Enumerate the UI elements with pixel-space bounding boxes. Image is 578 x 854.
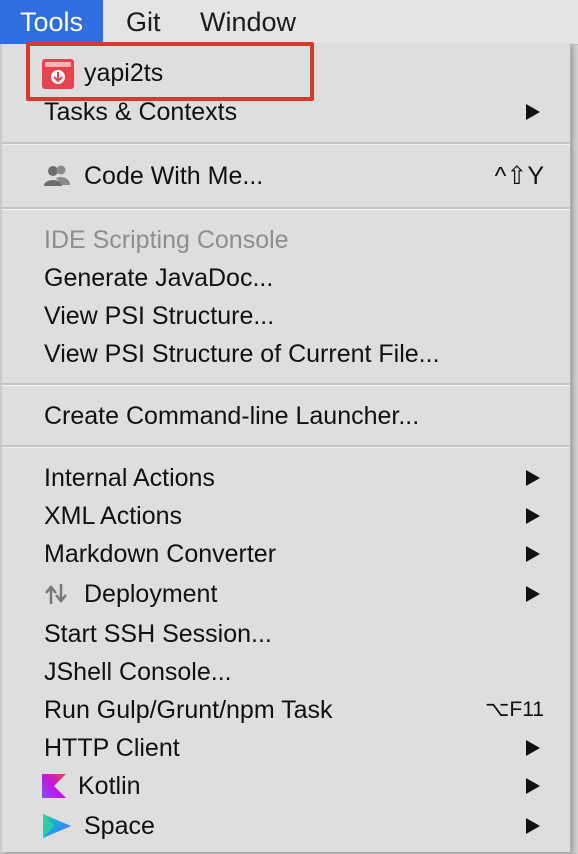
menu-item-label: IDE Scripting Console [44, 226, 289, 254]
menu-separator [2, 383, 570, 386]
menu-item-code-with-me[interactable]: Code With Me... ^⇧Y [2, 157, 570, 195]
submenu-arrow-icon [526, 740, 540, 756]
menu-item-label: HTTP Client [44, 734, 180, 762]
menu-item-label: View PSI Structure of Current File... [44, 340, 440, 368]
submenu-arrow-icon [526, 778, 540, 794]
deployment-arrows-icon [42, 582, 68, 606]
kotlin-icon [42, 774, 66, 798]
submenu-arrow-icon [526, 104, 540, 120]
menu-item-label: Internal Actions [44, 464, 215, 492]
annotation-highlight-box [26, 42, 314, 101]
menu-separator [2, 207, 570, 210]
menu-item-deployment[interactable]: Deployment [2, 575, 570, 613]
menu-item-http-client[interactable]: HTTP Client [2, 729, 570, 767]
submenu-arrow-icon [526, 508, 540, 524]
menu-item-start-ssh-session[interactable]: Start SSH Session... [2, 615, 570, 653]
menu-item-view-psi-current-file[interactable]: View PSI Structure of Current File... [2, 335, 570, 373]
menu-item-space[interactable]: Space [2, 807, 570, 845]
menu-item-kotlin[interactable]: Kotlin [2, 767, 570, 805]
menu-item-view-psi-structure[interactable]: View PSI Structure... [2, 297, 570, 335]
shortcut-text: ⌥F11 [485, 698, 544, 721]
menu-item-run-gulp-grunt-npm[interactable]: Run Gulp/Grunt/npm Task ⌥F11 [2, 691, 570, 729]
menu-item-label: Deployment [84, 580, 218, 608]
menu-item-label: JShell Console... [44, 658, 232, 686]
menu-item-generate-javadoc[interactable]: Generate JavaDoc... [2, 259, 570, 297]
menu-item-xml-actions[interactable]: XML Actions [2, 497, 570, 535]
menubar-git[interactable]: Git [126, 0, 161, 44]
menu-item-label: Kotlin [78, 772, 141, 800]
submenu-arrow-icon [526, 586, 540, 602]
submenu-arrow-icon [526, 818, 540, 834]
menubar-window[interactable]: Window [200, 0, 296, 44]
menu-item-markdown-converter[interactable]: Markdown Converter [2, 535, 570, 573]
menu-item-label: View PSI Structure... [44, 302, 275, 330]
menu-item-label: XML Actions [44, 502, 183, 530]
submenu-arrow-icon [526, 470, 540, 486]
menu-item-create-launcher[interactable]: Create Command-line Launcher... [2, 397, 570, 435]
menu-item-label: Markdown Converter [44, 540, 277, 568]
menu-item-label: Space [84, 812, 155, 840]
menu-item-label: Generate JavaDoc... [44, 264, 274, 292]
menu-separator [2, 445, 570, 448]
menu-item-label: Start SSH Session... [44, 620, 272, 648]
menu-item-jshell-console[interactable]: JShell Console... [2, 653, 570, 691]
menu-bar: Tools Git Window [0, 0, 578, 45]
submenu-arrow-icon [526, 546, 540, 562]
people-icon [42, 164, 70, 188]
tools-menu: yapi2ts Tasks & Contexts Code With Me...… [2, 44, 571, 852]
menu-item-internal-actions[interactable]: Internal Actions [2, 459, 570, 497]
shortcut-text: ^⇧Y [494, 162, 544, 190]
menu-separator [2, 142, 570, 145]
menubar-tools[interactable]: Tools [0, 0, 104, 44]
menu-item-label: Create Command-line Launcher... [44, 402, 420, 430]
space-icon [42, 812, 72, 840]
menu-item-ide-scripting-console: IDE Scripting Console [2, 221, 570, 259]
menu-item-label: Run Gulp/Grunt/npm Task [44, 696, 333, 724]
menu-item-label: Code With Me... [84, 162, 264, 190]
